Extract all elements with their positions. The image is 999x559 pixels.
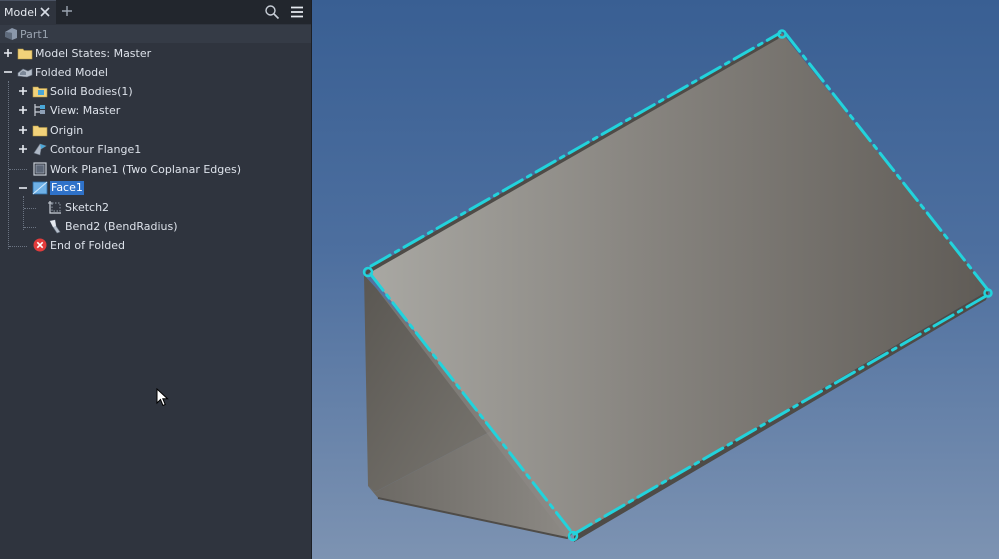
tree-item-label: End of Folded	[50, 239, 125, 252]
expand-plus-icon[interactable]	[3, 48, 13, 58]
tree-item-face[interactable]: Face1	[0, 179, 311, 198]
face-icon	[32, 181, 48, 195]
sketch-icon	[48, 201, 61, 214]
part-icon	[5, 28, 17, 40]
tree-item-label: Contour Flange1	[50, 143, 142, 156]
hamburger-menu-icon[interactable]	[289, 4, 305, 20]
contour-flange-icon	[33, 143, 47, 156]
graphics-viewport[interactable]	[312, 0, 999, 559]
expand-plus-icon[interactable]	[18, 86, 28, 96]
tree-root-part[interactable]: Part1	[0, 25, 311, 43]
tree-item-label: Bend2 (BendRadius)	[65, 220, 178, 233]
search-icon[interactable]	[264, 4, 280, 20]
tree-item-origin[interactable]: Origin	[0, 121, 311, 140]
collapse-minus-icon[interactable]	[3, 67, 13, 77]
tree-item-contour-flange[interactable]: Contour Flange1	[0, 140, 311, 159]
tree-item-label: Work Plane1 (Two Coplanar Edges)	[50, 163, 242, 176]
folder-icon	[32, 125, 48, 137]
end-of-part-icon	[33, 238, 47, 252]
tree-item-label: View: Master	[50, 104, 121, 117]
tree-item-label: Folded Model	[35, 66, 108, 79]
tree-item-bend[interactable]: Bend2 (BendRadius)	[0, 217, 311, 236]
tree-item-folded-model[interactable]: Folded Model	[0, 63, 311, 82]
tab-model-label: Model	[4, 6, 38, 19]
tree-item-model-states[interactable]: Model States: Master	[0, 44, 311, 63]
tree-item-label: Model States: Master	[35, 47, 152, 60]
tree-item-label: Face1	[50, 181, 84, 195]
tree-item-end-of-folded[interactable]: End of Folded	[0, 236, 311, 255]
tree-item-label: Sketch2	[65, 201, 110, 214]
tree-item-label: Origin	[50, 124, 84, 137]
tree-item-view-master[interactable]: View: Master	[0, 101, 311, 120]
expand-plus-icon[interactable]	[18, 144, 28, 154]
folded-model-icon	[17, 68, 33, 78]
work-plane-icon	[33, 162, 47, 176]
view-icon	[34, 104, 45, 116]
expand-plus-icon[interactable]	[18, 105, 28, 115]
model-browser-panel: Model Part1 Model States: Master Folded …	[0, 0, 312, 559]
tree-item-label: Solid Bodies(1)	[50, 85, 133, 98]
close-icon[interactable]	[38, 5, 52, 19]
tab-model[interactable]: Model	[0, 0, 56, 24]
expand-plus-icon[interactable]	[18, 125, 28, 135]
part-name: Part1	[20, 28, 49, 41]
tree-item-work-plane[interactable]: Work Plane1 (Two Coplanar Edges)	[0, 160, 311, 179]
browser-tab-bar: Model	[0, 0, 311, 24]
tree-item-solid-bodies[interactable]: Solid Bodies(1)	[0, 82, 311, 101]
add-tab-icon[interactable]	[60, 4, 74, 18]
sheet-metal-part-view[interactable]	[312, 0, 999, 559]
tree-item-sketch[interactable]: Sketch2	[0, 198, 311, 217]
bend-icon	[49, 219, 61, 234]
solid-bodies-folder-icon	[32, 86, 48, 98]
collapse-minus-icon[interactable]	[18, 183, 28, 193]
folder-icon	[17, 48, 33, 60]
mouse-cursor-icon	[156, 388, 169, 407]
